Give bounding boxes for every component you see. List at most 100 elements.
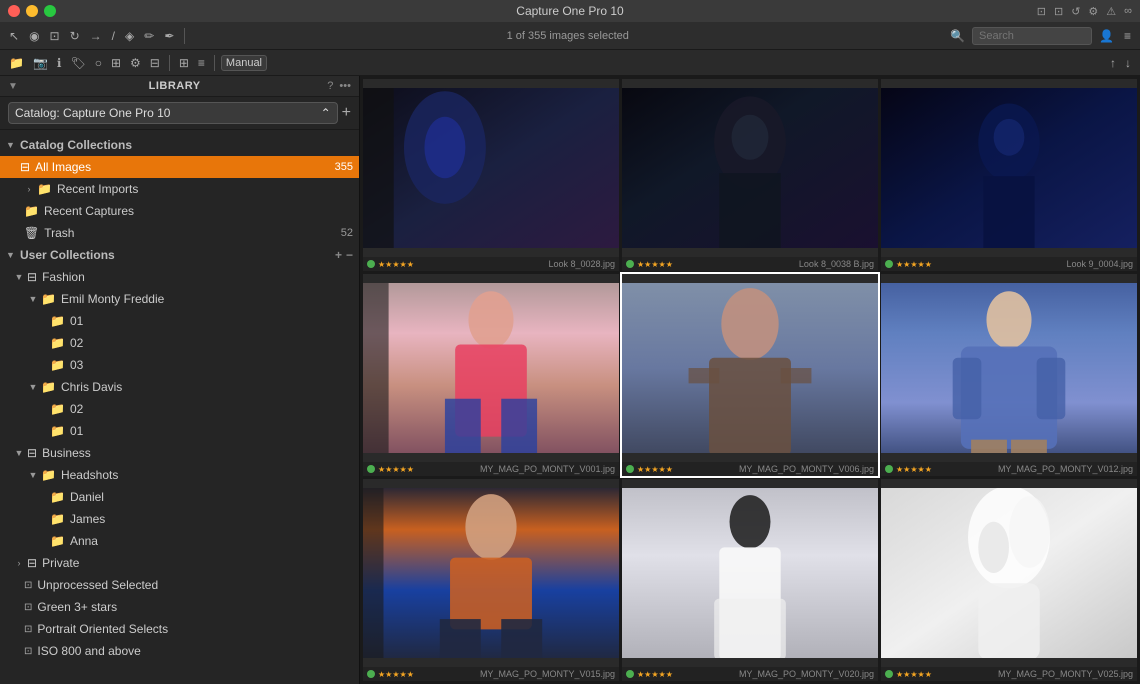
selection-status: 1 of 355 images selected (507, 30, 629, 42)
sidebar-item-chris-davis[interactable]: ▼ 📁 Chris Davis (0, 376, 359, 398)
sidebar-item-folder-01b[interactable]: 📁 01 (0, 420, 359, 442)
sidebar-item-folder-02a[interactable]: 📁 02 (0, 332, 359, 354)
sidebar-item-folder-02b[interactable]: 📁 02 (0, 398, 359, 420)
trash-icon: 🗑 (24, 226, 39, 240)
sidebar-more-icon[interactable]: ••• (339, 80, 351, 92)
fashion-icon: ⊟ (27, 270, 37, 284)
remove-collection-button[interactable]: − (346, 248, 353, 262)
settings2-icon[interactable]: ⚙ (127, 54, 144, 72)
camera2-icon[interactable]: 📷 (30, 54, 51, 72)
sidebar-item-unprocessed[interactable]: ⊡ Unprocessed Selected (0, 574, 359, 596)
tool-cursor[interactable]: ↖ (6, 27, 22, 45)
image-cell-2[interactable]: ★★★★★ Look 8_0038 B.jpg (622, 79, 878, 271)
daniel-label: Daniel (70, 490, 353, 504)
green-stars-label: Green 3+ stars (37, 600, 353, 614)
image-filename-3: Look 9_0004.jpg (1066, 259, 1133, 269)
image-thumb-7 (363, 479, 619, 667)
sidebar-item-daniel[interactable]: 📁 Daniel (0, 486, 359, 508)
image-dot-row-8: ★★★★★ (626, 670, 673, 679)
user-collections-section[interactable]: ▼ User Collections + − (0, 244, 359, 266)
tool-rotate[interactable]: ↻ (67, 27, 83, 45)
view-dropdown[interactable]: Manual (221, 55, 267, 71)
all-images-count: 355 (335, 161, 353, 173)
search-input[interactable] (972, 27, 1092, 45)
image-cell-9[interactable]: ★★★★★ MY_MAG_PO_MONTY_V025.jpg (881, 479, 1137, 681)
sidebar-item-green-stars[interactable]: ⊡ Green 3+ stars (0, 596, 359, 618)
sidebar-item-anna[interactable]: 📁 Anna (0, 530, 359, 552)
fashion-chevron: ▼ (14, 272, 24, 282)
search-icon: 🔍 (947, 27, 968, 45)
minimize-button[interactable] (26, 5, 38, 17)
image-footer-3: ★★★★★ Look 9_0004.jpg (881, 257, 1137, 271)
image-dot-row-5: ★★★★★ (626, 465, 673, 474)
image-cell-8[interactable]: ★★★★★ MY_MAG_PO_MONTY_V020.jpg (622, 479, 878, 681)
sidebar-item-recent-imports[interactable]: › 📁 Recent Imports (0, 178, 359, 200)
user-collections-label: User Collections (20, 248, 335, 262)
secondary-toolbar: 📁 📷 ℹ 🏷 ○ ⊞ ⚙ ⊟ ⊞ ≡ Manual ↑ ↓ (0, 50, 1140, 76)
sidebar-item-folder-01a[interactable]: 📁 01 (0, 310, 359, 332)
list-icon[interactable]: ≡ (195, 54, 208, 72)
sidebar-item-iso[interactable]: ⊡ ISO 800 and above (0, 640, 359, 662)
sidebar-item-recent-captures[interactable]: 📁 Recent Captures (0, 200, 359, 222)
image-cell-3[interactable]: ★★★★★ Look 9_0004.jpg (881, 79, 1137, 271)
image-cell-6[interactable]: ★★★★★ MY_MAG_PO_MONTY_V012.jpg (881, 274, 1137, 476)
daniel-icon: 📁 (50, 490, 65, 504)
image-footer-1: ★★★★★ Look 8_0028.jpg (363, 257, 619, 271)
add-collection-button[interactable]: + (335, 248, 342, 262)
private-icon: ⊟ (27, 556, 37, 570)
folder-icon[interactable]: 📁 (6, 54, 27, 72)
image-cell-7[interactable]: ★★★★★ MY_MAG_PO_MONTY_V015.jpg (363, 479, 619, 681)
info-icon[interactable]: ℹ (54, 54, 65, 72)
folder01a-label: 01 (70, 314, 353, 328)
layers-icon[interactable]: ⊟ (147, 54, 163, 72)
sidebar-collapse-chevron[interactable]: ▼ (8, 81, 18, 92)
circle-icon[interactable]: ○ (92, 54, 105, 72)
image-footer-5: ★★★★★ MY_MAG_PO_MONTY_V006.jpg (622, 462, 878, 476)
sort-desc-icon[interactable]: ↓ (1122, 54, 1134, 72)
slider-icon: ≡ (1121, 27, 1134, 45)
tool-arrow[interactable]: → (87, 27, 105, 45)
business-chevron: ▼ (14, 448, 24, 458)
image-footer-8: ★★★★★ MY_MAG_PO_MONTY_V020.jpg (622, 667, 878, 681)
tool-loupe[interactable]: ◉ (26, 27, 42, 45)
image-cell-5[interactable]: ★★★★★ MY_MAG_PO_MONTY_V006.jpg (622, 274, 878, 476)
status-dot-4 (367, 465, 375, 473)
sidebar-item-business[interactable]: ▼ ⊟ Business (0, 442, 359, 464)
sidebar-item-james[interactable]: 📁 James (0, 508, 359, 530)
image-filename-4: MY_MAG_PO_MONTY_V001.jpg (480, 464, 615, 474)
fashion-label: Fashion (42, 270, 353, 284)
sidebar: ▼ LIBRARY ? ••• Catalog: Capture One Pro… (0, 76, 360, 684)
image-stars-2: ★★★★★ (637, 260, 673, 269)
tool-pin[interactable]: ◈ (122, 27, 137, 45)
sidebar-item-trash[interactable]: 🗑 Trash 52 (0, 222, 359, 244)
sidebar-item-headshots[interactable]: ▼ 📁 Headshots (0, 464, 359, 486)
sidebar-help-icon[interactable]: ? (327, 80, 333, 92)
tool-pen[interactable]: ✒ (161, 27, 177, 45)
grid-icon[interactable]: ⊞ (108, 54, 124, 72)
catalog-dropdown[interactable]: Catalog: Capture One Pro 10 ⌃ (8, 102, 338, 124)
add-catalog-button[interactable]: + (342, 104, 351, 122)
trash-label: Trash (44, 226, 341, 240)
close-button[interactable] (8, 5, 20, 17)
image-cell-4[interactable]: ★★★★★ MY_MAG_PO_MONTY_V001.jpg (363, 274, 619, 476)
sort-asc-icon[interactable]: ↑ (1107, 54, 1119, 72)
image-cell-1[interactable]: ★★★★★ Look 8_0028.jpg (363, 79, 619, 271)
catalog-collections-chevron: ▼ (6, 140, 16, 150)
image-filename-5: MY_MAG_PO_MONTY_V006.jpg (739, 464, 874, 474)
sidebar-item-folder-03[interactable]: 📁 03 (0, 354, 359, 376)
fullscreen-button[interactable] (44, 5, 56, 17)
sidebar-item-fashion[interactable]: ▼ ⊟ Fashion (0, 266, 359, 288)
folder01b-icon: 📁 (50, 424, 65, 438)
sidebar-item-portrait[interactable]: ⊡ Portrait Oriented Selects (0, 618, 359, 640)
grid2-icon[interactable]: ⊞ (176, 54, 192, 72)
image-thumb-8 (622, 479, 878, 667)
sidebar-item-all-images[interactable]: ⊟ All Images 355 (0, 156, 359, 178)
sidebar-item-private[interactable]: › ⊟ Private (0, 552, 359, 574)
tool-crop[interactable]: ⊡ (47, 27, 63, 45)
tool-brush[interactable]: ✏ (141, 27, 157, 45)
tag-icon[interactable]: 🏷 (67, 54, 88, 72)
sidebar-item-emil[interactable]: ▼ 📁 Emil Monty Freddie (0, 288, 359, 310)
catalog-collections-section[interactable]: ▼ Catalog Collections (0, 134, 359, 156)
image-dot-row-6: ★★★★★ (885, 465, 932, 474)
tool-slash[interactable]: / (109, 27, 118, 45)
